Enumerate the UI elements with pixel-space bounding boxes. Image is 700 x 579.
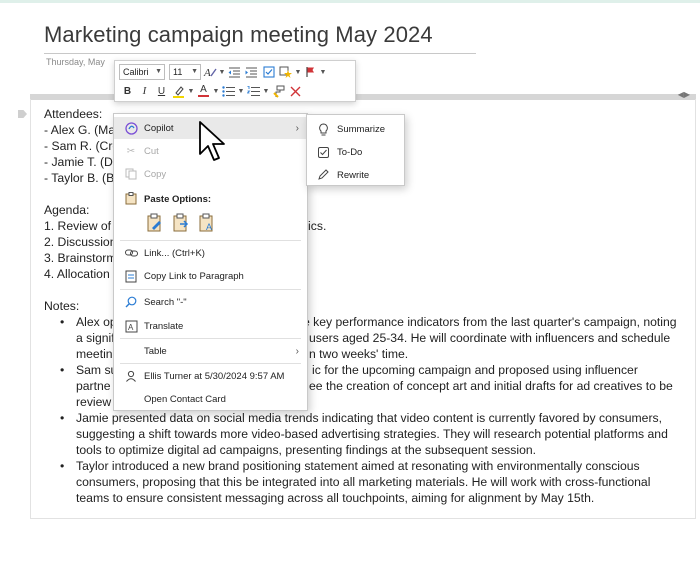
- flag-icon[interactable]: [302, 64, 319, 80]
- paste-merge-formatting-icon[interactable]: [172, 212, 190, 234]
- menu-item-search[interactable]: Search "-": [114, 291, 307, 313]
- chevron-down-icon[interactable]: ▼: [262, 88, 270, 95]
- note-bullet-line: tools to optimize digital ad campaigns, …: [76, 443, 537, 457]
- chevron-down-icon[interactable]: ▼: [294, 69, 302, 76]
- copilot-icon: [124, 121, 138, 135]
- menu-separator: [120, 338, 301, 339]
- note-bullet-line: consumers, proposing that this be integr…: [76, 475, 651, 489]
- svg-text:A: A: [206, 222, 212, 232]
- translate-icon: A: [124, 319, 138, 333]
- page-date: Thursday, May: [46, 57, 105, 67]
- menu-item-author[interactable]: Ellis Turner at 5/30/2024 9:57 AM: [114, 365, 307, 387]
- decrease-indent-icon[interactable]: [226, 64, 243, 80]
- menu-item-copy[interactable]: Copy: [114, 163, 307, 185]
- menu-item-copy-link-to-paragraph[interactable]: Copy Link to Paragraph: [114, 265, 307, 287]
- font-name-select[interactable]: Calibri ▼: [119, 64, 165, 80]
- chevron-right-icon: ›: [295, 122, 299, 134]
- clear-formatting-icon[interactable]: [287, 83, 304, 99]
- paste-options-row: A: [146, 212, 216, 234]
- title-divider: [44, 53, 476, 54]
- submenu-item-rewrite[interactable]: Rewrite: [307, 164, 404, 186]
- format-painter-icon[interactable]: [270, 83, 287, 99]
- search-icon: [124, 295, 138, 309]
- bold-button[interactable]: B: [119, 83, 136, 99]
- window-top-accent: [0, 0, 700, 3]
- menu-separator: [120, 289, 301, 290]
- note-bullet-line: teams to ensure consistent messaging acr…: [76, 491, 595, 505]
- highlight-icon[interactable]: [170, 83, 187, 99]
- styles-icon[interactable]: A: [201, 64, 218, 80]
- submenu-item-summarize[interactable]: Summarize: [307, 118, 404, 140]
- increase-indent-icon[interactable]: [243, 64, 260, 80]
- menu-item-open-contact-card[interactable]: Open Contact Card: [114, 388, 307, 410]
- paragraph-handle-icon[interactable]: [18, 110, 27, 118]
- paste-icon: [124, 191, 138, 205]
- numbering-icon[interactable]: [245, 83, 262, 99]
- font-color-icon[interactable]: A: [195, 83, 212, 99]
- chevron-down-icon[interactable]: ▼: [237, 88, 245, 95]
- person-icon: [124, 369, 138, 383]
- mini-format-toolbar: Calibri ▼ 11 ▼ A ▼ ▼ ▼ B I U ▼ A ▼ ▼ ▼: [114, 60, 356, 102]
- submenu-item-todo[interactable]: To-Do: [307, 141, 404, 163]
- note-bullet-line: Jamie presented data on social media tre…: [60, 410, 684, 426]
- copy-icon: [124, 167, 138, 181]
- menu-separator: [120, 240, 301, 241]
- menu-separator: [120, 363, 301, 364]
- chevron-down-icon[interactable]: ▼: [218, 69, 226, 76]
- chevron-down-icon[interactable]: ▼: [212, 88, 220, 95]
- note-bullet-line: suggesting a shift towards more video-ba…: [76, 427, 668, 441]
- menu-item-table[interactable]: Table ›: [114, 340, 307, 362]
- checkbox-icon: [316, 145, 330, 159]
- chevron-down-icon: ▼: [155, 68, 162, 75]
- bullets-icon[interactable]: [220, 83, 237, 99]
- svg-text:A: A: [128, 323, 134, 332]
- chevron-down-icon[interactable]: ▼: [187, 88, 195, 95]
- scissors-icon: ✂: [126, 145, 136, 157]
- svg-text:A: A: [203, 67, 211, 78]
- font-size-select[interactable]: 11 ▼: [169, 64, 201, 80]
- lightbulb-icon: [316, 122, 330, 136]
- todo-tag-icon[interactable]: [260, 64, 277, 80]
- tag-star-icon[interactable]: [277, 64, 294, 80]
- chevron-right-icon: ›: [295, 345, 299, 357]
- menu-item-translate[interactable]: A Translate: [114, 315, 307, 337]
- copilot-submenu: Summarize To-Do Rewrite: [306, 114, 405, 186]
- mouse-pointer-icon: [199, 121, 225, 161]
- underline-button[interactable]: U: [153, 83, 170, 99]
- copy-link-icon: [124, 269, 138, 283]
- paste-text-only-icon[interactable]: A: [198, 212, 216, 234]
- agenda-line-left: 1. Review of: [44, 219, 112, 233]
- chevron-down-icon[interactable]: ▼: [319, 69, 327, 76]
- link-icon: [124, 246, 138, 260]
- resize-arrows-icon[interactable]: ◀▶: [678, 90, 690, 99]
- menu-item-link[interactable]: Link... (Ctrl+K): [114, 242, 307, 264]
- page-title[interactable]: Marketing campaign meeting May 2024: [44, 22, 433, 48]
- chevron-down-icon: ▼: [191, 68, 198, 75]
- italic-button[interactable]: I: [136, 83, 153, 99]
- note-bullet-line: Taylor introduced a new brand positionin…: [60, 458, 684, 474]
- paste-keep-formatting-icon[interactable]: [146, 212, 164, 234]
- pencil-icon: [316, 168, 330, 182]
- paste-options-label: Paste Options:: [144, 194, 212, 205]
